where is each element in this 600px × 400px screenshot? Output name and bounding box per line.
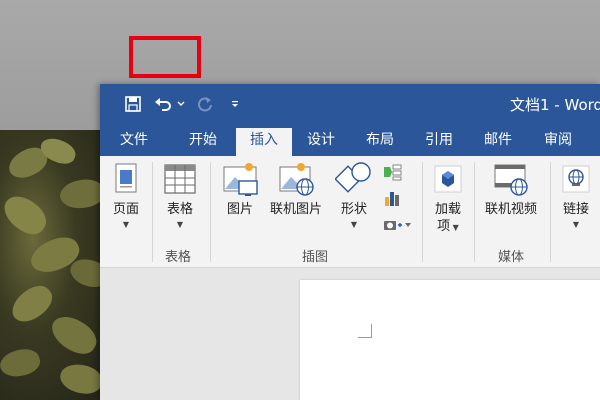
tab-review[interactable]: 审阅 [544,130,572,156]
table-icon [161,160,199,198]
tab-design[interactable]: 设计 [307,130,335,156]
addins-label-line1: 加载 [434,202,461,217]
document-area [100,268,600,400]
save-button[interactable] [122,93,144,115]
table-button[interactable]: 表格 ▼ [158,160,202,230]
document-title: 文档1 - Word [510,96,600,114]
tab-references[interactable]: 引用 [425,130,453,156]
screenshot-icon [381,214,415,234]
save-icon [125,96,141,112]
online-picture-icon [277,160,315,198]
undo-button[interactable] [152,93,174,115]
plant-photo-background [0,130,110,400]
table-label: 表格 [166,202,193,217]
chevron-down-icon: ▼ [176,220,184,229]
addins-label-line2: 项 [437,219,451,234]
margin-corner-mark [358,324,372,338]
word-window: 文档1 - Word 文件 开始 插入 设计 布局 引用 邮件 审阅 页面 ▼ [100,84,600,400]
title-bar: 文档1 - Word [100,84,600,124]
pages-label: 页面 [112,202,139,217]
online-video-icon [492,160,530,198]
shapes-icon [335,160,373,198]
group-label-tables: 表格 [165,250,192,265]
group-label-illustrations: 插图 [302,250,329,265]
addins-icon [429,160,467,198]
picture-icon [221,160,259,198]
links-label: 链接 [562,202,589,217]
group-separator [474,162,475,262]
tab-file[interactable]: 文件 [120,130,148,156]
undo-icon [155,98,171,111]
group-separator [550,162,551,262]
online-video-button[interactable]: 联机视频 [478,160,544,218]
chevron-down-icon: ▼ [572,220,580,229]
chart-icon [381,188,403,208]
ribbon-tab-bar: 文件 开始 插入 设计 布局 引用 邮件 审阅 [100,124,600,156]
smartart-button[interactable] [380,162,404,182]
redo-icon [198,97,212,112]
customize-qat-icon [232,101,238,107]
online-picture-button[interactable]: 联机图片 [266,160,326,218]
picture-label: 图片 [226,202,253,217]
ribbon-insert: 页面 ▼ 表格 ▼ 表格 图片 联机图片 形状 ▼ 插图 加载 项 ▼ 联机视频… [100,156,600,268]
chevron-down-icon: ▼ [122,220,130,229]
chevron-down-icon: ▼ [450,223,459,232]
addins-button[interactable]: 加载 项 ▼ [428,160,468,235]
group-separator [210,162,211,262]
shapes-label: 形状 [340,202,367,217]
addins-label: 加载 项 ▼ [435,201,461,235]
redo-button[interactable] [194,93,216,115]
quick-access-toolbar [122,93,254,115]
group-label-media: 媒体 [498,250,525,265]
links-button[interactable]: 链接 ▼ [556,160,596,230]
tab-home[interactable]: 开始 [189,130,217,156]
picture-button[interactable]: 图片 [218,160,262,218]
shapes-button[interactable]: 形状 ▼ [334,160,374,230]
group-separator [422,162,423,262]
chart-button[interactable] [380,188,404,208]
tab-layout[interactable]: 布局 [366,130,394,156]
tab-insert[interactable]: 插入 [236,128,292,156]
tab-mailings[interactable]: 邮件 [484,130,512,156]
online-video-label: 联机视频 [484,202,537,217]
screenshot-button[interactable] [380,214,416,234]
pages-button[interactable]: 页面 ▼ [106,160,146,230]
links-icon [557,160,595,198]
group-separator [152,162,153,262]
smartart-icon [381,162,403,182]
customize-qat-button[interactable] [224,93,246,115]
online-picture-label: 联机图片 [269,202,322,217]
undo-dropdown[interactable] [176,93,186,115]
chevron-down-icon: ▼ [350,220,358,229]
document-page[interactable] [300,280,600,400]
pages-icon [107,160,145,198]
chevron-down-icon [177,101,185,106]
